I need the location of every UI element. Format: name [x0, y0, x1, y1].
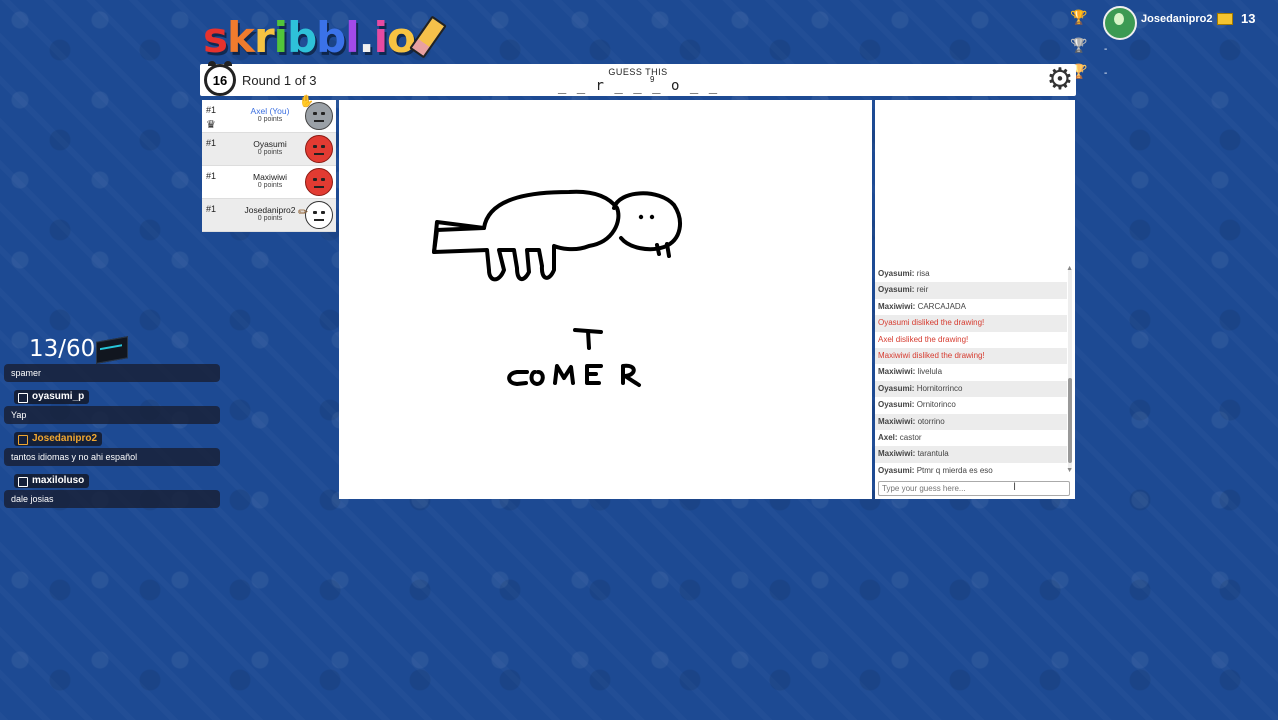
- hand-icon: ✋: [299, 94, 314, 108]
- player-row[interactable]: #1 Josedanipro2 0 points ✏: [202, 199, 336, 232]
- player-rank: #1: [206, 171, 217, 181]
- logo-letter: .: [358, 13, 375, 62]
- word-hint: _ _ r _ _ _ o _ _: [557, 78, 719, 94]
- player-row[interactable]: #1 ♛ Axel (You) 0 points ✋: [202, 94, 336, 133]
- chat-author: Maxiwiwi:: [878, 367, 916, 377]
- player-rank: #1: [206, 138, 217, 148]
- drawing-letters: [507, 328, 641, 387]
- text-cursor-icon: I: [1013, 481, 1017, 493]
- stream-chat-user: maxiloluso: [14, 474, 90, 488]
- player-list: #1 ♛ Axel (You) 0 points ✋ #1 Oyasumi 0 points #…: [202, 94, 336, 232]
- stream-chat-message: spamer: [4, 364, 220, 382]
- logo-letter: l: [345, 13, 359, 62]
- logo-letter: k: [227, 13, 255, 62]
- player-rank: #1: [206, 105, 217, 115]
- player-avatar: [305, 201, 333, 229]
- player-row[interactable]: #1 Oyasumi 0 points: [202, 133, 336, 166]
- drawing-eye-left: [638, 214, 644, 220]
- player-points: 0 points: [257, 149, 283, 156]
- player-avatar: [305, 168, 333, 196]
- logo-letter: i: [273, 13, 288, 62]
- chat-author: Oyasumi:: [878, 285, 915, 295]
- player-rank: #1: [206, 204, 217, 214]
- game-header: 16 Round 1 of 3 GUESS THIS _ _ r _ _ _ o…: [200, 61, 1076, 96]
- logo-letter: b: [287, 13, 317, 62]
- drawing-head: [612, 191, 682, 252]
- chat-message: Axel: castor: [878, 432, 922, 442]
- player-avatar: [305, 135, 333, 163]
- chat-message: Maxiwiwi: CARCAJADA: [878, 301, 967, 311]
- silver-trophy-icon: 🏆: [1070, 37, 1088, 53]
- stream-chat-text: tantos idiomas y no ahi español: [11, 452, 138, 462]
- twitch-badge-icon: [18, 393, 28, 403]
- chat-author: Maxiwiwi:: [878, 301, 916, 311]
- drawing-svg: [432, 189, 682, 387]
- chat-message: Oyasumi: Hornitorrinco: [875, 380, 1067, 398]
- chat-scroll-thumb[interactable]: [1068, 378, 1072, 463]
- chat-message: Maxiwiwi: tarantula: [875, 446, 1067, 463]
- player-name: Oyasumi: [253, 139, 287, 149]
- chat-message: Oyasumi: reir: [875, 282, 1067, 299]
- stream-chat-user: Josedanipro2: [14, 432, 103, 446]
- player-row[interactable]: #1 Maxiwiwi 0 points: [202, 166, 336, 199]
- logo-letter: o: [387, 13, 416, 62]
- chat-author: Maxiwiwi:: [878, 449, 916, 459]
- stream-chat-text: Yap: [11, 410, 27, 420]
- chat-author: Oyasumi:: [878, 269, 915, 278]
- chat-author: Oyasumi:: [878, 400, 915, 410]
- drawing-eye-right: [649, 214, 655, 220]
- chat-message: Oyasumi: Ptmr q mierda es eso: [878, 465, 993, 475]
- logo-letter: b: [316, 13, 346, 62]
- chat-author: Axel:: [878, 432, 898, 442]
- chat-panel: ▲ Oyasumi: risa Oyasumi: reir Maxiwiwi: CA…: [875, 100, 1075, 499]
- rank-2-value: -: [1104, 44, 1108, 55]
- drawing-canvas[interactable]: [339, 100, 872, 499]
- logo-letter: s: [203, 13, 228, 62]
- chat-message: Oyasumi: risa: [878, 269, 930, 278]
- player-name: Maxiwiwi: [253, 172, 287, 182]
- chat-author: Maxiwiwi:: [878, 416, 916, 426]
- twitch-badge-icon: [18, 435, 28, 445]
- chat-author: Oyasumi:: [878, 465, 915, 475]
- drawing-pencil-icon: ✏: [297, 205, 308, 219]
- player-name: Axel (You): [250, 106, 290, 116]
- player-points: 0 points: [257, 116, 283, 123]
- skribbl-logo: skribbl.io: [203, 12, 447, 62]
- stream-chat-text: dale josias: [11, 494, 54, 504]
- system-message: Oyasumi disliked the drawing!: [875, 315, 1067, 332]
- sub-goal-icon: [96, 336, 128, 364]
- scroll-down-icon[interactable]: ▼: [1066, 467, 1073, 474]
- logo-letter: r: [253, 13, 275, 62]
- username: Josedanipro2: [1141, 13, 1213, 25]
- chat-message: Oyasumi: Ornitorinco: [878, 400, 956, 410]
- player-points: 0 points: [257, 182, 283, 189]
- chat-author: Oyasumi:: [878, 383, 915, 393]
- chat-message: Maxiwiwi: livelula: [878, 367, 943, 377]
- logo-letter: i: [373, 13, 388, 62]
- stream-chat-text: spamer: [11, 368, 42, 378]
- crown-icon: ♛: [206, 119, 216, 131]
- twitch-badge-icon: [18, 477, 28, 487]
- guess-this-label: GUESS THIS: [608, 67, 668, 77]
- system-message: Axel disliked the drawing!: [878, 334, 969, 344]
- user-avatar[interactable]: [1103, 6, 1137, 40]
- chat-message: Maxiwiwi: otorrino: [875, 413, 1067, 430]
- stream-chat-message: tantos idiomas y no ahi español: [4, 448, 220, 466]
- drawing-tail: [432, 220, 486, 254]
- stream-chat-message: dale josias: [4, 490, 220, 508]
- drawing-body: [432, 189, 621, 282]
- gold-trophy-icon: 🏆: [1070, 9, 1088, 25]
- coin-icon: [1217, 13, 1233, 25]
- guess-input[interactable]: [878, 481, 1070, 496]
- coin-count: 13: [1241, 11, 1256, 26]
- stream-chat-message: Yap: [4, 406, 220, 424]
- chat-messages: Oyasumi: risa Oyasumi: reir Maxiwiwi: CARC…: [875, 266, 1067, 479]
- settings-gear-icon[interactable]: ⚙: [1046, 65, 1074, 95]
- system-message: Maxiwiwi disliked the drawing!: [875, 347, 1067, 365]
- stream-chat-user: oyasumi_p: [14, 390, 90, 404]
- word-length: 9: [650, 75, 655, 84]
- sub-goal-count: 13/60: [29, 336, 96, 362]
- rank-3-value: -: [1104, 68, 1108, 79]
- chat-scrollbar[interactable]: [1068, 270, 1072, 470]
